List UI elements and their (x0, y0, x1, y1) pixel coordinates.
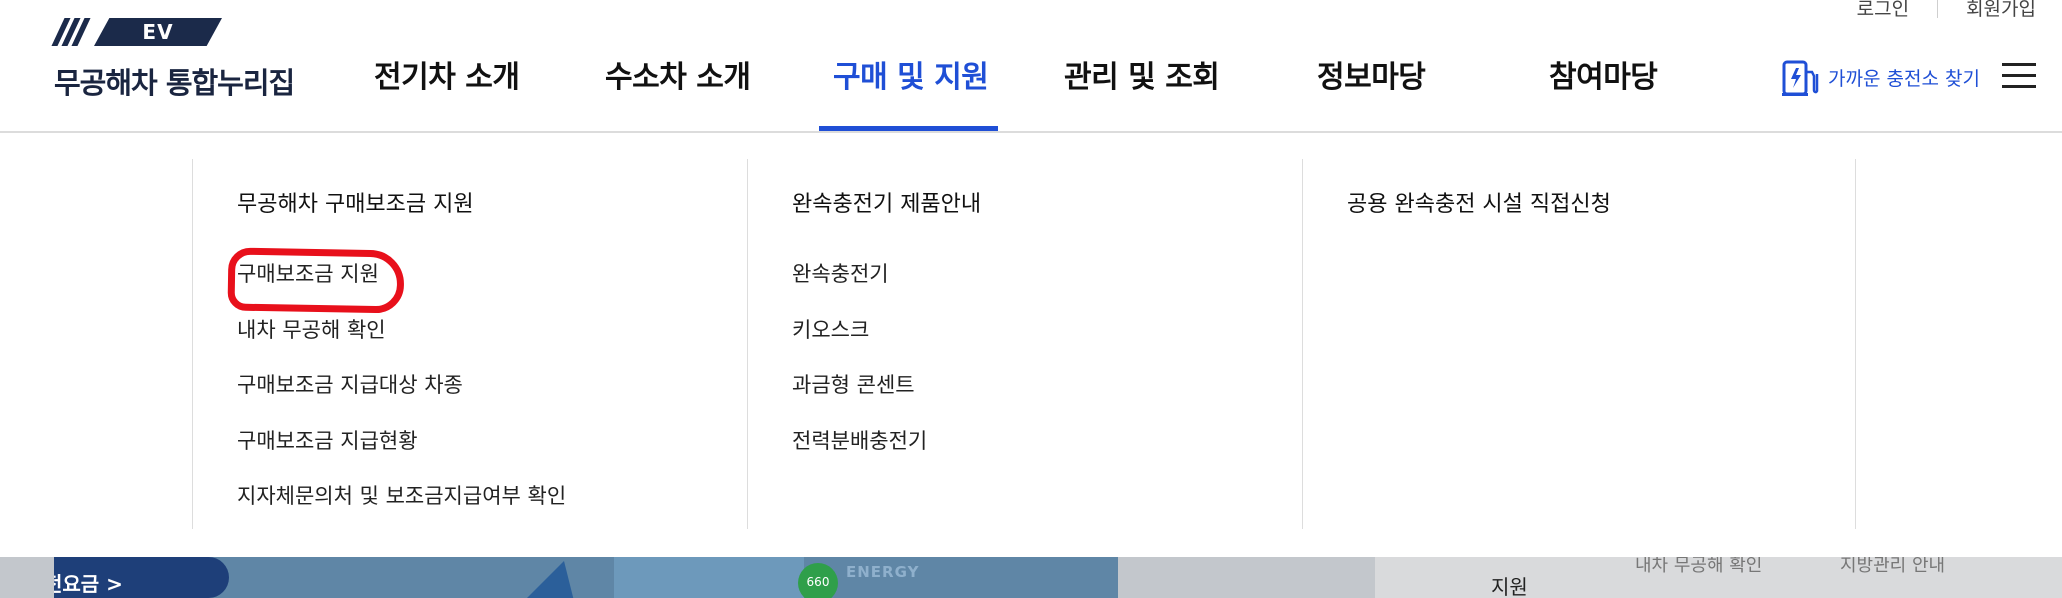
util-divider (1937, 0, 1939, 18)
menu-column-title: 무공해차 구매보조금 지원 (237, 192, 474, 217)
gnb-item-participation[interactable]: 참여마당 (1549, 52, 1658, 96)
banner-button[interactable]: 전요금 > (54, 557, 229, 598)
column-divider (192, 159, 193, 529)
quick-menu-card: 지원 내차 무공해 확인 지방관리 안내 (1375, 557, 2062, 598)
menu-bar (2002, 63, 2036, 66)
quick-menu-item[interactable]: 내차 무공해 확인 (1635, 557, 1762, 577)
banner-graphic (524, 561, 574, 598)
menu-link-power-distribution[interactable]: 전력분배충전기 (792, 425, 927, 455)
menu-bar (2002, 85, 2036, 88)
banner-badge: 660 (798, 563, 838, 598)
gnb-item-management[interactable]: 관리 및 조회 (1064, 52, 1220, 96)
menu-link-billing-outlet[interactable]: 과금형 콘센트 (792, 369, 915, 399)
ev-logo-mark: EV (51, 18, 222, 46)
menu-link-local-contacts[interactable]: 지자체문의처 및 보조금지급여부 확인 (237, 480, 566, 510)
column-divider (1855, 159, 1856, 529)
menu-bar (2002, 74, 2036, 77)
quick-menu-item[interactable]: 지원 (1491, 571, 1528, 598)
gnb-item-ev-intro[interactable]: 전기차 소개 (374, 52, 520, 96)
mega-menu-dropdown: 무공해차 구매보조금 지원 구매보조금 지원 내차 무공해 확인 구매보조금 지… (0, 133, 2062, 557)
banner-text: ENERGY (846, 563, 920, 581)
menu-link-public-charging-apply[interactable]: 공용 완속충전 시설 직접신청 (1347, 186, 1611, 218)
banner-graphic (614, 557, 804, 598)
menu-column-subsidy: 무공해차 구매보조금 지원 구매보조금 지원 내차 무공해 확인 구매보조금 지… (192, 159, 747, 529)
find-charger-label: 가까운 충전소 찾기 (1828, 67, 1980, 90)
site-header: EV 무공해차 통합누리집 전기차 소개 수소차 소개 구매 및 지원 관리 및… (0, 0, 2062, 133)
site-logo[interactable]: EV 무공해차 통합누리집 (51, 18, 295, 100)
gnb-item-hydrogen-intro[interactable]: 수소차 소개 (605, 52, 751, 96)
menu-link-kiosk[interactable]: 키오스크 (792, 314, 869, 344)
login-link[interactable]: 로그인 (1857, 0, 1909, 21)
menu-column-slow-charger: 완속충전기 제품안내 완속충전기 키오스크 과금형 콘센트 전력분배충전기 (747, 159, 1302, 529)
charging-station-icon (1782, 60, 1819, 96)
page-background-content: 전요금 > 660 ENERGY 지원 내차 무공해 확인 지방관리 안내 (0, 557, 2062, 598)
menu-link-payment-status[interactable]: 구매보조금 지급현황 (237, 425, 418, 455)
main-banner: 전요금 > 660 ENERGY (54, 557, 1118, 598)
gnb-item-info[interactable]: 정보마당 (1317, 52, 1426, 96)
quick-menu-item[interactable]: 지방관리 안내 (1840, 557, 1945, 577)
find-charger-link[interactable]: 가까운 충전소 찾기 (1780, 56, 1980, 98)
signup-link[interactable]: 회원가입 (1966, 0, 2036, 21)
site-name: 무공해차 통합누리집 (54, 66, 295, 100)
column-divider (747, 159, 748, 529)
menu-link-eligible-models[interactable]: 구매보조금 지급대상 차종 (237, 369, 463, 399)
menu-column-title: 완속충전기 제품안내 (792, 192, 982, 217)
gnb-item-purchase-support[interactable]: 구매 및 지원 (833, 52, 989, 96)
banner-button-label: 전요금 > (54, 572, 123, 596)
menu-link-slow-charger[interactable]: 완속충전기 (792, 258, 889, 288)
utility-links: 로그인 회원가입 (1857, 0, 2036, 21)
menu-column-public-charging: 공용 완속충전 시설 직접신청 (1302, 159, 1855, 529)
ev-badge: EV (94, 18, 222, 46)
active-tab-indicator (819, 126, 998, 131)
hamburger-menu-icon[interactable] (2002, 63, 2036, 89)
column-divider (1302, 159, 1303, 529)
menu-link-my-car-check[interactable]: 내차 무공해 확인 (237, 314, 386, 344)
menu-link-subsidy-support[interactable]: 구매보조금 지원 (237, 258, 379, 288)
